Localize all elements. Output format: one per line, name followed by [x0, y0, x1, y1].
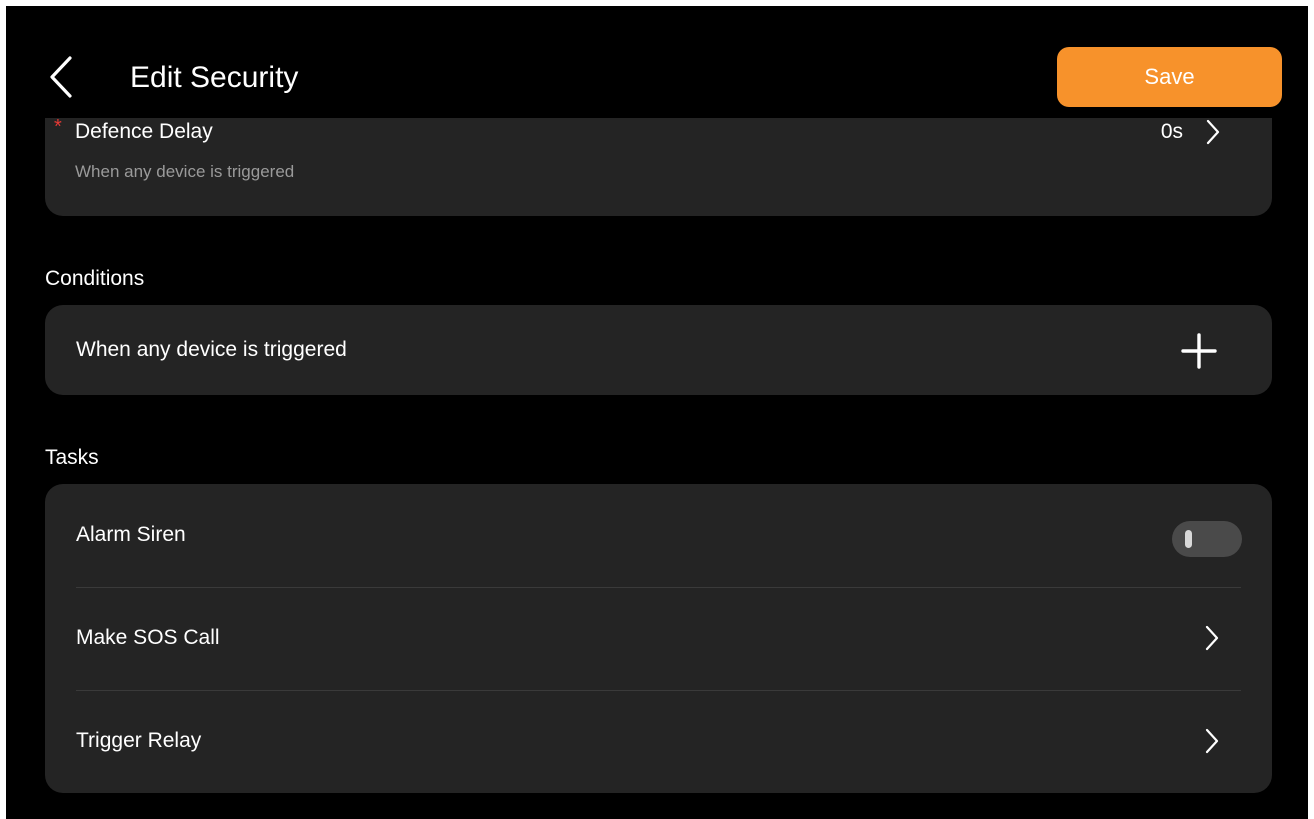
back-arrow-icon[interactable]: [44, 54, 80, 100]
task-row-alarm-siren: Alarm Siren: [76, 484, 1242, 587]
task-label-alarm-siren: Alarm Siren: [76, 523, 186, 546]
required-mark: *: [54, 116, 62, 138]
task-label-make-sos-call: Make SOS Call: [76, 626, 220, 649]
alarm-siren-toggle[interactable]: [1172, 521, 1242, 557]
chevron-right-icon: [1205, 728, 1219, 754]
top-bar: Edit Security Save: [6, 6, 1308, 118]
condition-item-label: When any device is triggered: [76, 338, 347, 361]
add-condition-plus-icon[interactable]: [1181, 333, 1217, 369]
task-row-trigger-relay[interactable]: Trigger Relay: [76, 690, 1241, 793]
app-screen: Defence Delay When any device is trigger…: [6, 6, 1308, 819]
save-button[interactable]: Save: [1057, 47, 1282, 107]
task-label-trigger-relay: Trigger Relay: [76, 729, 202, 752]
defence-delay-subtitle: When any device is triggered: [75, 162, 295, 181]
task-row-make-sos-call[interactable]: Make SOS Call: [76, 587, 1241, 690]
toggle-knob: [1185, 530, 1192, 548]
chevron-right-icon: [1206, 119, 1220, 145]
conditions-section-title: Conditions: [45, 267, 145, 290]
chevron-right-icon: [1205, 625, 1219, 651]
page-title: Edit Security: [130, 61, 299, 94]
tasks-section-title: Tasks: [45, 446, 99, 469]
defence-delay-label: Defence Delay: [75, 120, 213, 143]
defence-delay-value: 0s: [1160, 120, 1183, 143]
conditions-card: When any device is triggered: [45, 305, 1272, 395]
tasks-card: Alarm Siren Make SOS Call Trigger Relay: [45, 484, 1272, 793]
